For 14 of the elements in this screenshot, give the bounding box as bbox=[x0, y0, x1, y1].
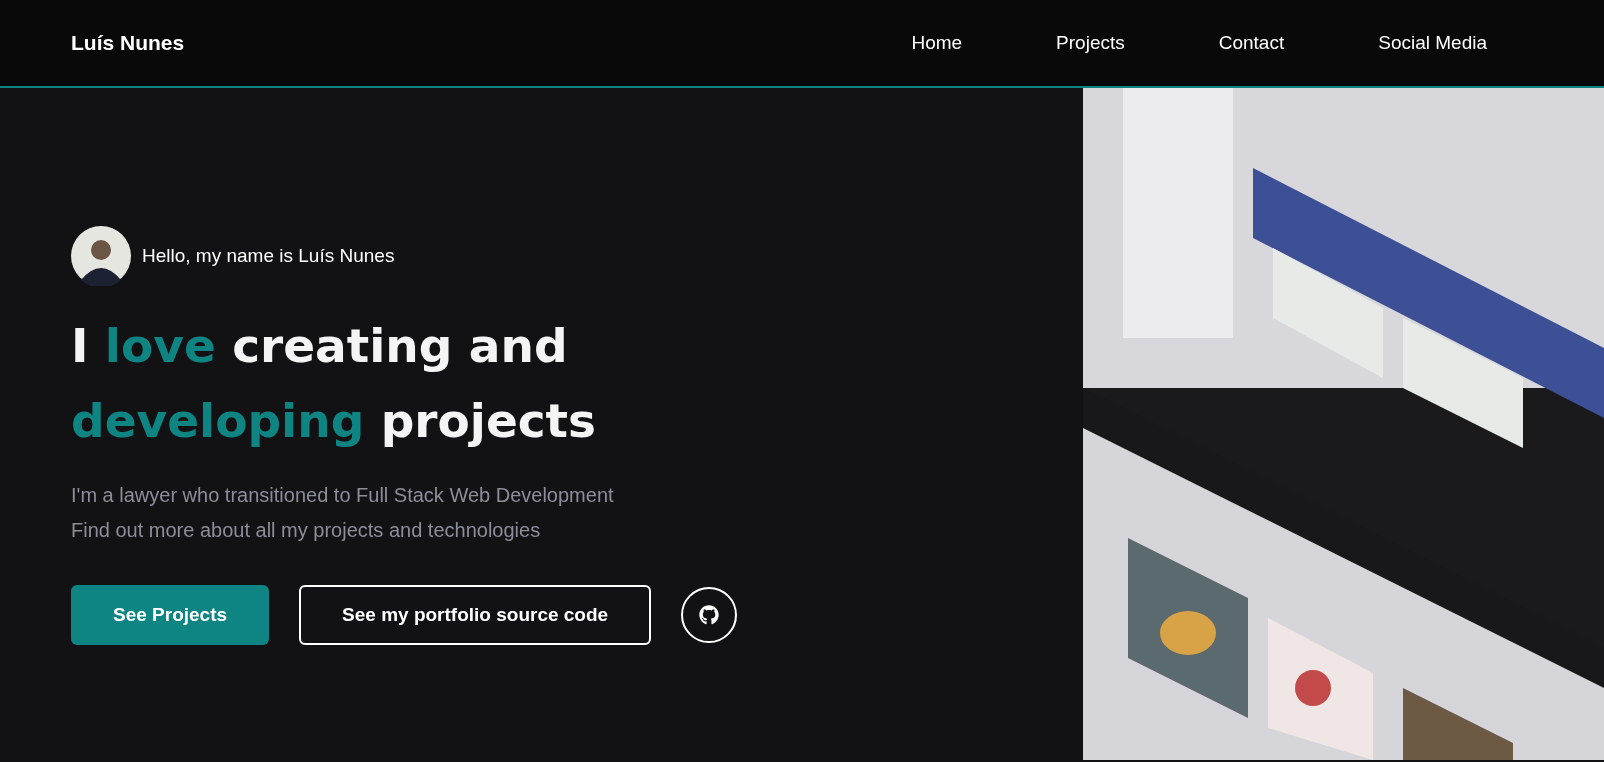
projects-button[interactable]: See Projects bbox=[71, 585, 270, 645]
headline: I love creating and developing projects bbox=[71, 317, 598, 450]
github-button[interactable] bbox=[681, 587, 738, 643]
nav-link[interactable]: Projects bbox=[1056, 32, 1125, 54]
nav-link[interactable]: Social Media bbox=[1378, 32, 1487, 54]
description-text: I'm a lawyer who transitioned to Full Stack Web Development bbox=[71, 483, 615, 508]
github-icon bbox=[699, 605, 720, 625]
source-code-button[interactable]: See my portfolio source code bbox=[299, 585, 652, 645]
avatar-icon bbox=[71, 226, 131, 286]
nav-link[interactable]: Contact bbox=[1218, 32, 1285, 54]
nav-link[interactable]: Home bbox=[911, 32, 963, 54]
description-text: Find out more about all my projects and technologies bbox=[71, 518, 542, 543]
brand-name: Luís Nunes bbox=[71, 31, 185, 55]
greeting-text: Hello, my name is Luís Nunes bbox=[142, 245, 395, 267]
